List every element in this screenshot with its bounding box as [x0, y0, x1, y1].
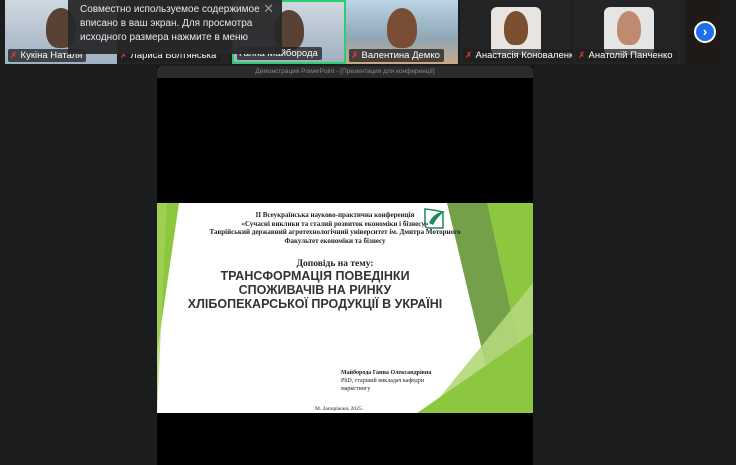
participant-name: Анастасія Коноваленко [475, 50, 572, 61]
faculty-name: Факультет економіки та бізнесу [284, 236, 386, 245]
topic-label: Доповідь на тему: [296, 259, 374, 269]
author-name: Майборода Ганна Олександрівна [341, 370, 432, 376]
slide-title: ТРАНСФОРМАЦІЯ ПОВЕДІНКИ СПОЖИВАЧІВ НА РИ… [187, 269, 443, 311]
participant-photo [491, 7, 541, 55]
close-icon[interactable]: ✕ [263, 2, 274, 16]
participant-tile[interactable]: ✗ Валентина Демко [346, 0, 458, 64]
participant-tile[interactable]: ✗ Анастасія Коноваленко [460, 0, 572, 64]
notification-text: Совместно используемое содержимое вписан… [80, 4, 260, 43]
conference-name: II Всеукраїнська науково-практична конфе… [255, 211, 415, 219]
author-position: PhD, старший викладач кафедри [341, 378, 425, 384]
shared-screen: Демонстрация PowerPoint - [Презентация д… [157, 66, 533, 465]
presentation-slide: II Всеукраїнська науково-практична конфе… [157, 203, 533, 413]
muted-mic-icon: ✗ [578, 50, 586, 60]
participant-name: Валентина Демко [361, 50, 440, 61]
muted-mic-icon: ✗ [465, 50, 473, 60]
participant-name: Анатолій Панченко [588, 50, 673, 61]
participant-photo [604, 7, 654, 55]
participant-video [387, 8, 417, 48]
muted-mic-icon: ✗ [10, 50, 18, 60]
next-page-button[interactable]: › [694, 21, 716, 43]
conference-theme: «Сучасні виклики та сталий розвиток екон… [241, 219, 429, 228]
participant-tile[interactable]: ✗ Анатолій Панченко [573, 0, 685, 64]
city-year: М. Запоріжжя, 2025. [315, 406, 363, 412]
muted-mic-icon: ✗ [351, 50, 359, 60]
fit-screen-notification: Совместно используемое содержимое вписан… [68, 0, 282, 54]
university-name: Таврійський державний агротехнологічний … [209, 228, 461, 236]
participant-strip: ✗Кукіна Наталя ✗Лариса Болтянська Ганна … [0, 0, 736, 66]
author-block: Майборода Ганна Олександрівна PhD, старш… [341, 369, 431, 393]
shared-window-title: Демонстрация PowerPoint - [Презентация д… [157, 66, 533, 78]
author-department: маркетингу [341, 386, 371, 392]
